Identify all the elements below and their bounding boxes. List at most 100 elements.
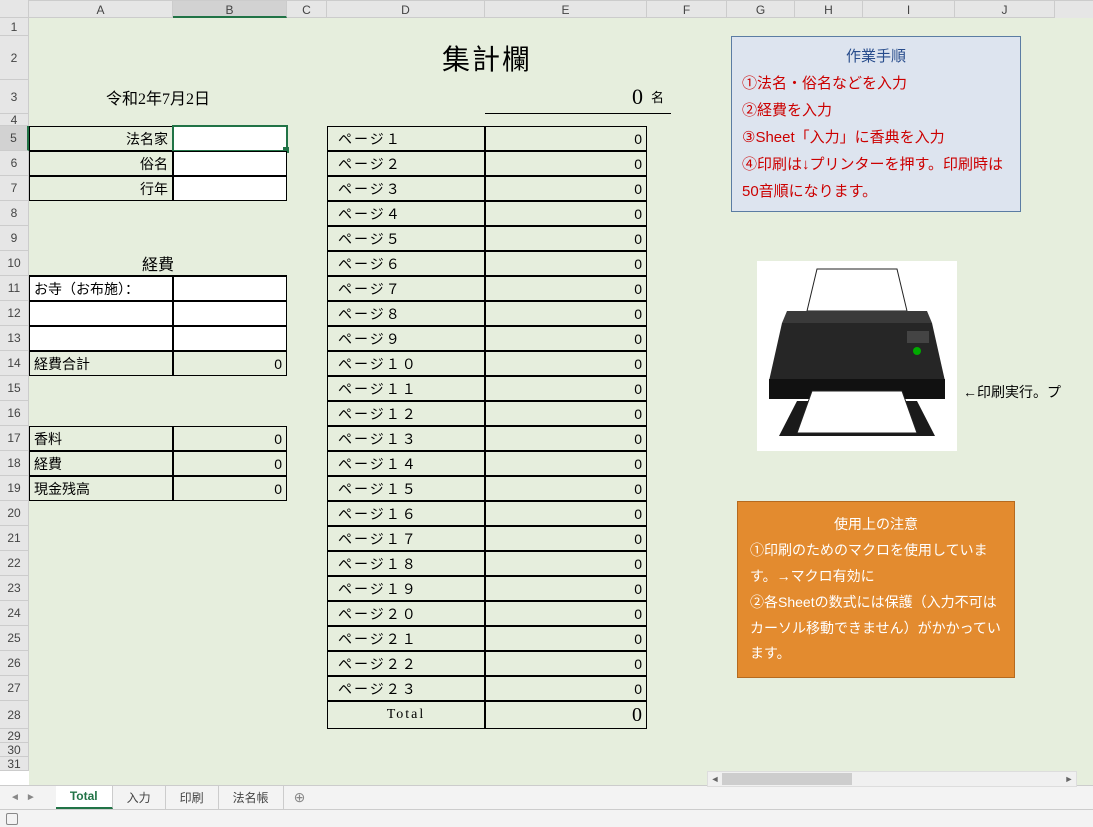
row-header-11[interactable]: 11 bbox=[0, 276, 29, 301]
horizontal-scrollbar[interactable]: ◄ ► bbox=[707, 771, 1077, 787]
column-header-B[interactable]: B bbox=[173, 1, 287, 18]
page-label-17: ページ１８ bbox=[327, 551, 485, 576]
page-value-19: 0 bbox=[485, 601, 647, 626]
row-header-26[interactable]: 26 bbox=[0, 651, 29, 676]
row-header-23[interactable]: 23 bbox=[0, 576, 29, 601]
row-header-20[interactable]: 20 bbox=[0, 501, 29, 526]
row-header-10[interactable]: 10 bbox=[0, 251, 29, 276]
name-label-1: 俗名 bbox=[29, 151, 173, 176]
tab-nav-next-icon[interactable]: ► bbox=[26, 792, 36, 803]
row-header-19[interactable]: 19 bbox=[0, 476, 29, 501]
status-bar bbox=[0, 809, 1093, 827]
page-label-12: ページ１３ bbox=[327, 426, 485, 451]
row-header-13[interactable]: 13 bbox=[0, 326, 29, 351]
column-header-H[interactable]: H bbox=[795, 1, 863, 18]
name-value-0[interactable] bbox=[173, 126, 287, 151]
row-header-29[interactable]: 29 bbox=[0, 729, 29, 743]
worksheet-area[interactable]: 集計欄令和2年7月2日0名法名家俗名行年経費お寺（お布施）：経費合計0香料0経費… bbox=[29, 18, 1093, 827]
tab-nav-prev-icon[interactable]: ◄ bbox=[10, 792, 20, 803]
row-header-17[interactable]: 17 bbox=[0, 426, 29, 451]
page-value-9: 0 bbox=[485, 351, 647, 376]
page-value-3: 0 bbox=[485, 201, 647, 226]
sheet-tabs: Total入力印刷法名帳 bbox=[56, 786, 284, 809]
column-header-G[interactable]: G bbox=[727, 1, 795, 18]
page-value-22: 0 bbox=[485, 676, 647, 701]
row-header-28[interactable]: 28 bbox=[0, 701, 29, 729]
row-header-3[interactable]: 3 bbox=[0, 80, 29, 114]
row-header-6[interactable]: 6 bbox=[0, 151, 29, 176]
row-header-24[interactable]: 24 bbox=[0, 601, 29, 626]
row-header-1[interactable]: 1 bbox=[0, 18, 29, 36]
tab-nav-buttons: ◄ ► bbox=[0, 792, 46, 803]
select-all-corner[interactable] bbox=[0, 0, 29, 18]
page-label-0: ページ１ bbox=[327, 126, 485, 151]
page-label-8: ページ９ bbox=[327, 326, 485, 351]
row-header-27[interactable]: 27 bbox=[0, 676, 29, 701]
person-count-value: 0 bbox=[632, 84, 643, 110]
person-unit: 名 bbox=[647, 80, 671, 114]
add-sheet-button[interactable]: ⊕ bbox=[284, 789, 316, 806]
page-label-11: ページ１２ bbox=[327, 401, 485, 426]
temple-value[interactable] bbox=[173, 276, 287, 301]
column-header-C[interactable]: C bbox=[287, 1, 327, 18]
procedure-line-3: ④印刷は↓プリンターを押す。印刷時は50音順になります。 bbox=[742, 151, 1010, 205]
row-header-18[interactable]: 18 bbox=[0, 451, 29, 476]
expense-row2-label[interactable] bbox=[29, 301, 173, 326]
column-header-E[interactable]: E bbox=[485, 1, 647, 18]
column-header-J[interactable]: J bbox=[955, 1, 1055, 18]
page-value-10: 0 bbox=[485, 376, 647, 401]
row-header-21[interactable]: 21 bbox=[0, 526, 29, 551]
expense-row3-label[interactable] bbox=[29, 326, 173, 351]
procedure-box: 作業手順①法名・俗名などを入力②経費を入力③Sheet「入力」に香典を入力④印刷… bbox=[731, 36, 1021, 212]
row-header-4[interactable]: 4 bbox=[0, 114, 29, 126]
sheet-tab-Total[interactable]: Total bbox=[56, 786, 113, 809]
sheet-tab-法名帳[interactable]: 法名帳 bbox=[219, 786, 284, 809]
caution-line-1: ②各Sheetの数式には保護（入力不可はカーソル移動できません）がかかっています… bbox=[750, 590, 1002, 668]
row-header-30[interactable]: 30 bbox=[0, 743, 29, 757]
page-value-14: 0 bbox=[485, 476, 647, 501]
name-value-1[interactable] bbox=[173, 151, 287, 176]
page-label-18: ページ１９ bbox=[327, 576, 485, 601]
printer-button[interactable] bbox=[757, 261, 957, 451]
page-value-6: 0 bbox=[485, 276, 647, 301]
caution-line-0: ①印刷のためのマクロを使用しています。→マクロ有効に bbox=[750, 538, 1002, 590]
scroll-thumb[interactable] bbox=[722, 773, 852, 785]
name-value-2[interactable] bbox=[173, 176, 287, 201]
row-header-9[interactable]: 9 bbox=[0, 226, 29, 251]
column-header-A[interactable]: A bbox=[29, 1, 173, 18]
sheet-tab-印刷[interactable]: 印刷 bbox=[166, 786, 219, 809]
page-value-16: 0 bbox=[485, 526, 647, 551]
procedure-line-2: ③Sheet「入力」に香典を入力 bbox=[742, 124, 1010, 151]
row-header-7[interactable]: 7 bbox=[0, 176, 29, 201]
row-header-25[interactable]: 25 bbox=[0, 626, 29, 651]
row-header-14[interactable]: 14 bbox=[0, 351, 29, 376]
column-header-F[interactable]: F bbox=[647, 1, 727, 18]
row-header-2[interactable]: 2 bbox=[0, 36, 29, 80]
row-header-15[interactable]: 15 bbox=[0, 376, 29, 401]
scroll-right-icon[interactable]: ► bbox=[1062, 772, 1076, 786]
column-header-D[interactable]: D bbox=[327, 1, 485, 18]
page-value-2: 0 bbox=[485, 176, 647, 201]
row-header-22[interactable]: 22 bbox=[0, 551, 29, 576]
sheet-tab-入力[interactable]: 入力 bbox=[113, 786, 166, 809]
row-header-12[interactable]: 12 bbox=[0, 301, 29, 326]
macro-record-icon[interactable] bbox=[6, 813, 18, 825]
row-header-5[interactable]: 5 bbox=[0, 126, 29, 151]
row-header-16[interactable]: 16 bbox=[0, 401, 29, 426]
row-header-31[interactable]: 31 bbox=[0, 757, 29, 771]
scroll-left-icon[interactable]: ◄ bbox=[708, 772, 722, 786]
page-label-13: ページ１４ bbox=[327, 451, 485, 476]
page-value-5: 0 bbox=[485, 251, 647, 276]
page-label-2: ページ３ bbox=[327, 176, 485, 201]
expense-row2-value[interactable] bbox=[173, 301, 287, 326]
page-value-0: 0 bbox=[485, 126, 647, 151]
page-label-5: ページ６ bbox=[327, 251, 485, 276]
page-value-17: 0 bbox=[485, 551, 647, 576]
date-text: 令和2年7月2日 bbox=[29, 80, 287, 114]
expense-row3-value[interactable] bbox=[173, 326, 287, 351]
page-label-10: ページ１１ bbox=[327, 376, 485, 401]
page-label-15: ページ１６ bbox=[327, 501, 485, 526]
row-header-8[interactable]: 8 bbox=[0, 201, 29, 226]
summary-value-2: 0 bbox=[173, 476, 287, 501]
column-header-I[interactable]: I bbox=[863, 1, 955, 18]
